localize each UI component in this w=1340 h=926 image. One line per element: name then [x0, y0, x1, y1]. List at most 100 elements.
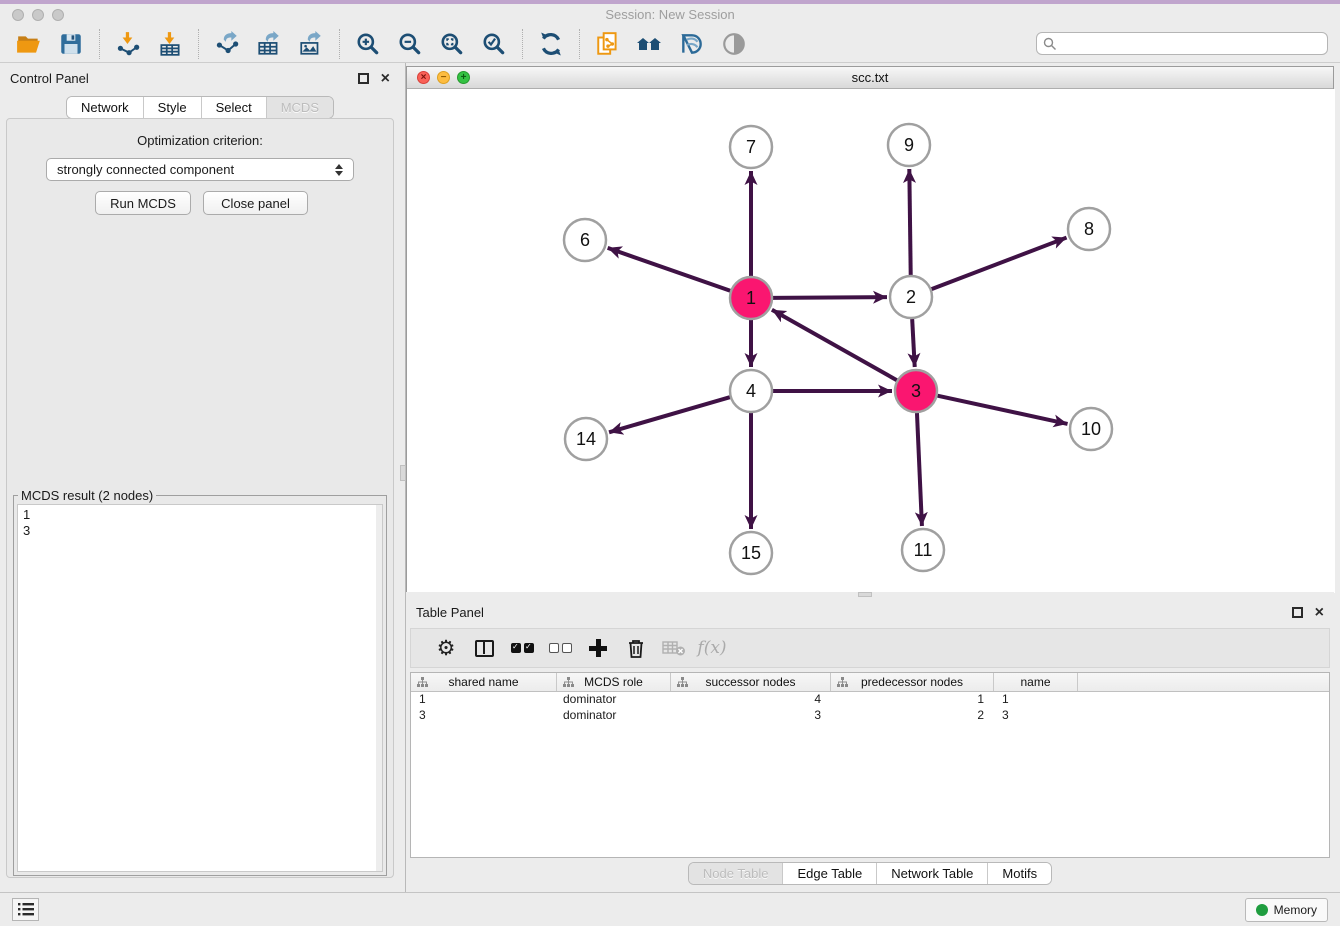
table-panel-header: Table Panel ×	[406, 597, 1334, 627]
toolbar-separator	[99, 29, 100, 59]
result-scrollbar[interactable]	[376, 505, 382, 871]
app-title: Session: New Session	[0, 7, 1340, 22]
criterion-dropdown[interactable]: strongly connected component	[46, 158, 354, 181]
tab-network-table[interactable]: Network Table	[877, 863, 988, 884]
first-neighbors-icon[interactable]	[634, 28, 666, 60]
graph-node-label: 4	[746, 381, 756, 401]
network-view-window: × − + scc.txt 7968124314101511	[406, 66, 1334, 592]
graph-node-label: 11	[914, 540, 933, 560]
graph-edge-3-1[interactable]	[772, 310, 897, 380]
float-panel-icon[interactable]	[358, 73, 369, 84]
network-from-selection-icon[interactable]	[592, 28, 624, 60]
toolbar-separator	[339, 29, 340, 59]
select-all-columns-icon[interactable]	[505, 633, 539, 663]
graph-node-label: 2	[906, 287, 916, 307]
delete-column-icon[interactable]	[619, 633, 653, 663]
graph-edge-1-2[interactable]	[773, 297, 887, 298]
cell-predecessor-nodes[interactable]: 1	[831, 692, 994, 708]
column-header-successor-nodes[interactable]: successor nodes	[671, 673, 831, 691]
graph-node-label: 3	[911, 381, 921, 401]
graph-edge-1-6[interactable]	[608, 248, 731, 291]
apply-layout-icon[interactable]	[535, 28, 567, 60]
graph-node-label: 9	[904, 135, 914, 155]
column-type-icon	[677, 677, 688, 688]
save-session-icon[interactable]	[55, 28, 87, 60]
apply-function-icon: f(x)	[695, 633, 729, 663]
close-panel-icon[interactable]: ×	[381, 73, 390, 84]
delete-table-icon	[657, 633, 691, 663]
close-panel-icon[interactable]: ×	[1315, 607, 1324, 618]
memory-status-icon	[1256, 904, 1268, 916]
add-column-icon[interactable]	[581, 633, 615, 663]
graph-edge-4-14[interactable]	[609, 397, 730, 432]
graph-node-label: 10	[1081, 419, 1101, 439]
cell-successor-nodes[interactable]: 4	[671, 692, 831, 708]
column-header-mcds-role[interactable]: MCDS role	[557, 673, 671, 691]
float-panel-icon[interactable]	[1292, 607, 1303, 618]
tab-node-table[interactable]: Node Table	[689, 863, 784, 884]
network-window-title: scc.txt	[407, 70, 1333, 85]
zoom-fit-icon[interactable]	[436, 28, 468, 60]
zoom-in-icon[interactable]	[352, 28, 384, 60]
export-network-icon[interactable]	[211, 28, 243, 60]
toolbar-separator	[579, 29, 580, 59]
cell-mcds-role[interactable]: dominator	[557, 708, 671, 724]
criterion-dropdown-value: strongly connected component	[57, 162, 234, 177]
close-panel-button[interactable]: Close panel	[203, 191, 308, 215]
column-header-predecessor-nodes[interactable]: predecessor nodes	[831, 673, 994, 691]
table-settings-icon[interactable]: ⚙	[429, 633, 463, 663]
control-panel-tabs: Network Style Select MCDS	[0, 96, 400, 119]
export-image-icon[interactable]	[295, 28, 327, 60]
mcds-result-text[interactable]: 1 3	[17, 504, 383, 872]
tab-mcds[interactable]: MCDS	[267, 97, 333, 118]
zoom-selected-icon[interactable]	[478, 28, 510, 60]
tab-motifs[interactable]: Motifs	[988, 863, 1051, 884]
graph-node-label: 15	[741, 543, 761, 563]
birds-eye-view-icon	[718, 28, 750, 60]
tab-edge-table[interactable]: Edge Table	[783, 863, 877, 884]
cell-shared-name[interactable]: 1	[411, 692, 557, 708]
column-header-shared-name[interactable]: shared name	[411, 673, 557, 691]
graph-edge-3-11[interactable]	[917, 413, 922, 526]
network-window-titlebar[interactable]: × − + scc.txt	[407, 67, 1333, 89]
column-header-name[interactable]: name	[994, 673, 1078, 691]
tab-style[interactable]: Style	[144, 97, 202, 118]
search-input[interactable]	[1036, 32, 1328, 55]
task-history-button[interactable]	[12, 898, 39, 921]
import-network-icon[interactable]	[112, 28, 144, 60]
network-graph[interactable]: 7968124314101511	[407, 89, 1335, 593]
table-row[interactable]: 3 dominator 3 2 3	[411, 708, 1329, 724]
cell-name[interactable]: 3	[994, 708, 1078, 724]
graphics-details-icon[interactable]	[676, 28, 708, 60]
table-tabs: Node Table Edge Table Network Table Moti…	[406, 862, 1334, 885]
tab-select[interactable]: Select	[202, 97, 267, 118]
cell-mcds-role[interactable]: dominator	[557, 692, 671, 708]
run-mcds-button[interactable]: Run MCDS	[95, 191, 191, 215]
control-panel-header: Control Panel ×	[0, 63, 400, 93]
table-row[interactable]: 1 dominator 4 1 1	[411, 692, 1329, 708]
graph-node-label: 1	[746, 288, 756, 308]
tab-network[interactable]: Network	[67, 97, 144, 118]
open-session-icon[interactable]	[13, 28, 45, 60]
cell-shared-name[interactable]: 3	[411, 708, 557, 724]
node-table[interactable]: shared name MCDS role successor nodes pr…	[410, 672, 1330, 858]
graph-edge-3-10[interactable]	[937, 396, 1067, 424]
split-columns-icon[interactable]	[467, 633, 501, 663]
cell-predecessor-nodes[interactable]: 2	[831, 708, 994, 724]
memory-button[interactable]: Memory	[1245, 898, 1328, 922]
graph-edge-2-3[interactable]	[912, 319, 915, 367]
cell-successor-nodes[interactable]: 3	[671, 708, 831, 724]
mcds-result-title: MCDS result (2 nodes)	[18, 488, 156, 503]
deselect-all-columns-icon[interactable]	[543, 633, 577, 663]
column-type-icon	[837, 677, 848, 688]
export-table-icon[interactable]	[253, 28, 285, 60]
graph-edge-2-8[interactable]	[932, 238, 1067, 290]
import-table-icon[interactable]	[154, 28, 186, 60]
table-panel: Table Panel × ⚙ f(x) shared name MCDS ro…	[406, 597, 1334, 890]
graph-edge-2-9[interactable]	[909, 169, 910, 275]
zoom-out-icon[interactable]	[394, 28, 426, 60]
mcds-panel: Optimization criterion: strongly connect…	[6, 118, 394, 878]
optimization-criterion-label: Optimization criterion:	[7, 133, 393, 148]
table-panel-title: Table Panel	[416, 605, 484, 620]
cell-name[interactable]: 1	[994, 692, 1078, 708]
